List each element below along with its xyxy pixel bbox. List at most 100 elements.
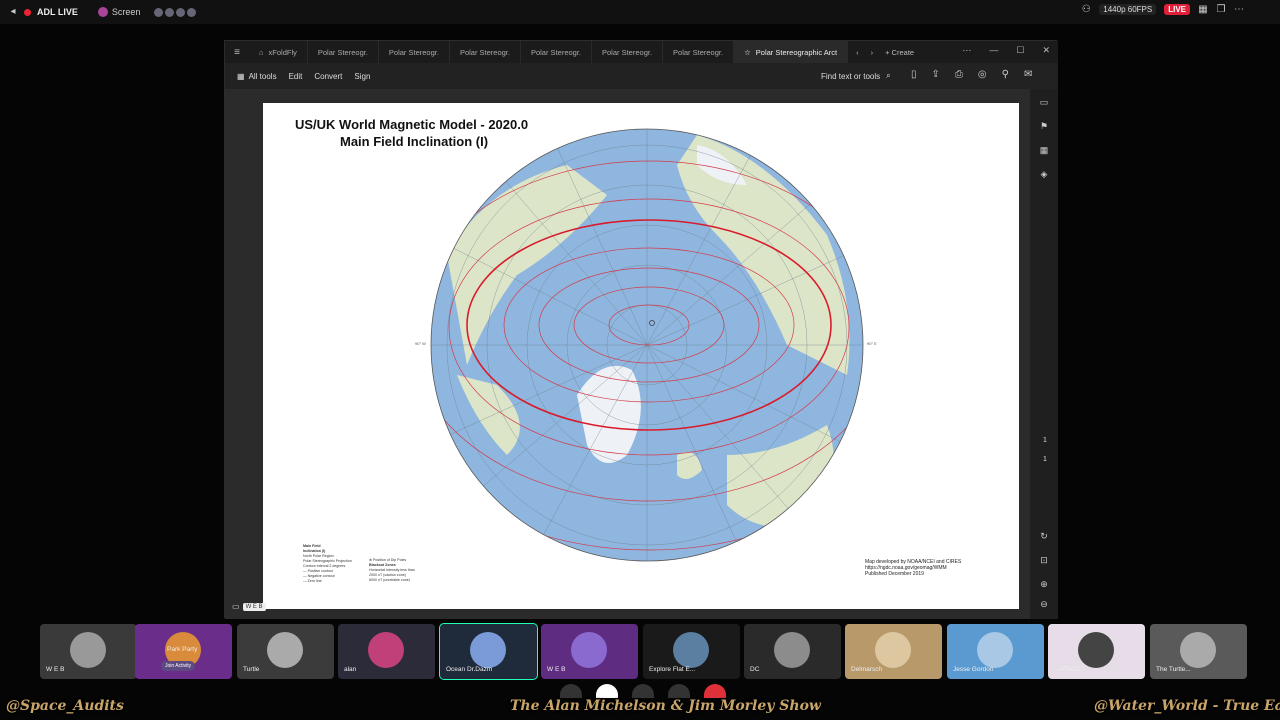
grid-icon[interactable]: ▦ — [1198, 4, 1208, 15]
pdf-page: US/UK World Magnetic Model - 2020.0 Main… — [263, 103, 1019, 609]
participant-tile[interactable]: Park Party Join Activity — [135, 624, 232, 679]
window-controls: ⋯ — ☐ ✕ — [962, 45, 1050, 56]
participant-name: DC — [750, 666, 760, 673]
star-icon[interactable]: ☆ — [744, 48, 751, 57]
popout-icon[interactable]: ❐ — [1216, 4, 1226, 15]
participant-tile[interactable]: DC — [744, 624, 841, 679]
bookmark-icon[interactable]: ⚑ — [1037, 121, 1051, 135]
back-icon[interactable]: ◂ — [8, 7, 18, 17]
tab-document[interactable]: Polar Stereogr. — [308, 41, 379, 63]
axis-label-right: 90° E — [867, 341, 877, 346]
refresh-icon[interactable]: ↻ — [1037, 531, 1051, 545]
participant-tile[interactable]: The Turtle... — [1150, 624, 1247, 679]
chevron-right-icon[interactable]: › — [871, 48, 874, 57]
tab-nav: ‹ › — [856, 48, 873, 57]
participant-name: Park Party — [167, 646, 198, 653]
participant-tile[interactable]: Jesse Gordon — [947, 624, 1044, 679]
tab-home[interactable]: ⌂ xFoldFly — [249, 41, 308, 63]
avatar — [154, 7, 164, 17]
tab-document[interactable]: Polar Stereogr. — [450, 41, 521, 63]
quality-badge: 1440p 60FPS — [1099, 4, 1157, 15]
save-icon[interactable]: ▯ — [911, 69, 917, 80]
caption-right: @Water_World - True Earth — [1094, 698, 1280, 714]
zoom-in-icon[interactable]: ⊕ — [1037, 579, 1051, 593]
all-tools-button[interactable]: ▦ All tools — [237, 72, 277, 81]
map-legend: Main Field Inclination (I) North Polar R… — [303, 544, 365, 584]
tab-bar: ≡ ⌂ xFoldFly Polar Stereogr. Polar Stereo… — [225, 41, 1058, 63]
edit-button[interactable]: Edit — [289, 72, 303, 81]
call-controls — [560, 684, 726, 698]
participant-tile[interactable]: ...ATACK... — [1048, 624, 1145, 679]
all-tools-label: All tools — [248, 71, 277, 81]
tab-document[interactable]: Polar Stereogr. — [592, 41, 664, 63]
participant-tile[interactable]: Explore Flat E... — [643, 624, 740, 679]
thumbnails-icon[interactable]: ▦ — [1037, 145, 1051, 159]
avatar — [1180, 632, 1216, 668]
tab-label: xFoldFly — [268, 47, 297, 57]
tab-document[interactable]: Polar Stereogr. — [521, 41, 592, 63]
join-activity-button[interactable]: Join Activity — [161, 661, 196, 671]
screen-share-indicator: ▭ W E B — [232, 602, 266, 611]
stream-title: ADL LIVE — [37, 7, 78, 17]
close-icon[interactable]: ✕ — [1042, 45, 1050, 56]
link-icon[interactable]: ⚲ — [1002, 69, 1009, 80]
avatar — [470, 632, 506, 668]
current-page[interactable]: 1 — [1038, 437, 1052, 444]
sign-button[interactable]: Sign — [354, 72, 370, 81]
tab-label: Polar Stereographic Arct — [755, 47, 838, 57]
sharer-avatar — [97, 7, 108, 17]
map-credits: Map developed by NOAA/NCEI and CIRES htt… — [865, 559, 1005, 577]
document-viewport[interactable]: US/UK World Magnetic Model - 2020.0 Main… — [225, 89, 1030, 619]
create-button[interactable]: + Create — [885, 48, 914, 57]
participant-tile[interactable]: Turtle — [237, 624, 334, 679]
participant-name: Explore Flat E... — [649, 666, 696, 673]
layers-icon[interactable]: ◈ — [1037, 169, 1051, 183]
caption-center: The Alan Michelson & Jim Morley Show — [510, 698, 821, 714]
participant-tile[interactable]: alan — [338, 624, 435, 679]
hamburger-menu-icon[interactable]: ≡ — [225, 47, 249, 58]
tab-active-document[interactable]: ☆ Polar Stereographic Arct — [734, 41, 849, 63]
live-badge: LIVE — [1164, 4, 1190, 15]
chevron-left-icon[interactable]: ‹ — [856, 48, 859, 57]
activity-button[interactable] — [668, 684, 690, 698]
tab-document[interactable]: Polar Stereogr. — [663, 41, 735, 63]
live-dot-icon — [24, 8, 31, 16]
mail-icon[interactable]: ✉ — [1024, 69, 1032, 80]
tab-document[interactable]: Polar Stereogr. — [379, 41, 450, 63]
polar-inclination-map — [430, 128, 864, 562]
maximize-icon[interactable]: ☐ — [1016, 45, 1024, 56]
print-icon[interactable]: ⎙ — [955, 69, 963, 80]
avatar — [187, 7, 197, 17]
comment-icon[interactable]: ▭ — [1037, 97, 1051, 111]
participant-name: Delmarsch — [851, 666, 883, 673]
convert-button[interactable]: Convert — [314, 72, 342, 81]
more-icon[interactable]: ⋯ — [1234, 4, 1244, 15]
find-label: Find text or tools — [821, 71, 881, 81]
ai-assistant-icon[interactable]: ◎ — [978, 69, 987, 80]
participant-tile[interactable]: W E B — [40, 624, 137, 679]
add-user-icon[interactable]: ⚇ — [1081, 4, 1091, 15]
credit-line: Published December 2019 — [865, 571, 924, 577]
more-icon[interactable]: ⋯ — [962, 45, 971, 56]
zoom-out-icon[interactable]: ⊖ — [1037, 599, 1051, 613]
screen-share-chip[interactable]: Screen — [97, 7, 140, 17]
map-legend-symbols: ⊕ Position of Dip Poles Blackout Zones H… — [369, 558, 433, 583]
avatar — [673, 632, 709, 668]
avatar — [977, 632, 1013, 668]
fit-page-icon[interactable]: ⊡ — [1037, 555, 1051, 569]
find-tools-button[interactable]: Find text or tools ⌕ — [821, 71, 891, 81]
upload-icon[interactable]: ⇪ — [932, 69, 940, 80]
minimize-icon[interactable]: — — [989, 45, 998, 56]
participant-tile[interactable]: Delmarsch — [845, 624, 942, 679]
participant-tile[interactable]: W E B — [541, 624, 638, 679]
mic-button[interactable] — [560, 684, 582, 698]
leave-call-button[interactable] — [704, 684, 726, 698]
avatar — [267, 632, 303, 668]
axis-label-left: 90° W — [415, 341, 426, 346]
camera-button[interactable] — [596, 684, 618, 698]
toolbar-icons: ▯ ⇪ ⎙ ◎ ⚲ ✉ — [911, 69, 1032, 80]
participant-tile-speaking[interactable]: Ocean Dr.Dazm — [439, 623, 538, 680]
participant-name: W E B — [547, 666, 566, 673]
legend-line: 6000 nT (unreliable zone) — [369, 578, 410, 582]
screen-share-button[interactable] — [632, 684, 654, 698]
